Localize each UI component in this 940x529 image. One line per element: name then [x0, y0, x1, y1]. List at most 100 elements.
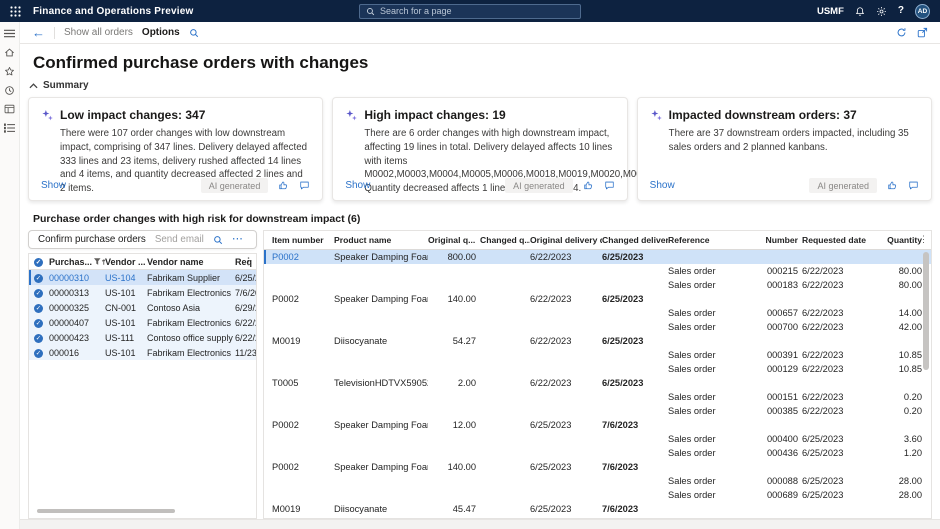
item-number[interactable]: P0002 [264, 420, 334, 430]
thumbs-up-icon[interactable] [278, 180, 289, 191]
app-launcher-icon[interactable] [10, 6, 21, 17]
show-all-orders-button[interactable]: Show all orders [64, 27, 133, 38]
po-grid-row[interactable]: ✓00000310US-104Fabrikam Supplier6/25/202… [29, 270, 256, 285]
po-grid-row[interactable]: ✓00000423US-111Contoso office supply6/22… [29, 330, 256, 345]
notifications-bell-icon[interactable] [855, 6, 865, 17]
recent-clock-icon[interactable] [3, 84, 17, 96]
item-number[interactable]: P0002 [264, 252, 334, 262]
show-link[interactable]: Show [41, 180, 66, 191]
column-header[interactable]: Reference [668, 235, 746, 245]
column-header[interactable]: Requested date [802, 235, 876, 245]
workspaces-icon[interactable] [3, 103, 17, 115]
column-header-vendor-name[interactable]: Vendor name [147, 257, 235, 267]
item-row[interactable]: M0019Diisocyanate54.276/22/20236/25/2023 [264, 334, 931, 348]
column-header-vendor-account[interactable]: Vendor ... [105, 257, 147, 267]
item-number[interactable]: P0002 [264, 462, 334, 472]
item-row[interactable]: P0002Speaker Damping Foam12.006/25/20237… [264, 418, 931, 432]
reference-row[interactable]: Sales order0001296/22/202310.85 [264, 362, 931, 376]
options-menu[interactable]: Options [142, 27, 180, 38]
po-number[interactable]: 00000325 [49, 303, 105, 313]
reference-row[interactable]: Sales order0003856/22/20230.20 [264, 404, 931, 418]
po-number[interactable]: 000016 [49, 348, 105, 358]
po-number[interactable]: 00000310 [49, 273, 105, 283]
user-avatar[interactable]: AD [915, 4, 930, 19]
item-number[interactable]: P0002 [264, 294, 334, 304]
thumbs-up-icon[interactable] [583, 180, 594, 191]
item-number[interactable]: M0019 [264, 336, 334, 346]
feedback-icon[interactable] [604, 180, 615, 191]
requested-date: 6/25/2023 [235, 273, 256, 283]
checked-icon[interactable]: ✓ [34, 319, 43, 328]
actionbar-search-icon[interactable] [189, 28, 199, 38]
select-all-checkbox[interactable]: ✓ [34, 258, 43, 267]
po-number[interactable]: 00000313 [49, 288, 105, 298]
checked-icon[interactable]: ✓ [34, 304, 43, 313]
lines-grid-kebab-icon[interactable]: ⋮ [919, 234, 928, 245]
checked-icon[interactable]: ✓ [34, 349, 43, 358]
more-commands-icon[interactable]: ⋯ [232, 234, 243, 245]
checked-icon[interactable]: ✓ [34, 334, 43, 343]
po-grid-row[interactable]: ✓00000325CN-001Contoso Asia6/29/2023 [29, 300, 256, 315]
send-email-button[interactable]: Send email [155, 234, 204, 245]
hamburger-menu-icon[interactable] [3, 27, 17, 39]
thumbs-up-icon[interactable] [887, 180, 898, 191]
toolbar-search-icon[interactable] [213, 235, 223, 245]
feedback-icon[interactable] [908, 180, 919, 191]
home-icon[interactable] [3, 46, 17, 58]
column-header[interactable]: Original q... [428, 235, 480, 245]
item-row[interactable]: T0005TelevisionHDTVX590522.006/22/20236/… [264, 376, 931, 390]
item-row[interactable]: M0019Diisocyanate45.476/25/20237/6/2023 [264, 502, 931, 516]
reference-row[interactable]: Sales order0001516/22/20230.20 [264, 390, 931, 404]
back-arrow-icon[interactable]: ← [32, 26, 45, 39]
reference-row[interactable]: Sales order0000886/25/202328.00 [264, 474, 931, 488]
item-row[interactable]: P0002Speaker Damping Foam140.006/22/2023… [264, 292, 931, 306]
reference-requested-date: 6/22/2023 [802, 364, 876, 374]
column-header[interactable]: Item number [264, 235, 334, 245]
reference-row[interactable]: Sales order0001836/22/202380.00 [264, 278, 931, 292]
vertical-scrollbar[interactable] [923, 252, 929, 370]
changed-delivery-date: 6/25/2023 [602, 294, 668, 304]
page-title: Confirmed purchase orders with changes [33, 53, 932, 73]
po-grid-row[interactable]: ✓000016US-101Fabrikam Electronics11/23/2… [29, 345, 256, 360]
item-number[interactable]: M0019 [264, 504, 334, 514]
grid-options-kebab-icon[interactable]: ⋮ [244, 256, 253, 267]
refresh-icon[interactable] [896, 27, 907, 38]
item-row[interactable]: P0002Speaker Damping Foam140.006/25/2023… [264, 460, 931, 474]
checked-icon[interactable]: ✓ [34, 274, 43, 283]
help-icon[interactable]: ? [898, 6, 904, 16]
po-number[interactable]: 00000423 [49, 333, 105, 343]
reference-row[interactable]: Sales order0004366/25/20231.20 [264, 446, 931, 460]
show-link[interactable]: Show [650, 180, 675, 191]
po-grid-row[interactable]: ✓00000407US-101Fabrikam Electronics6/22/… [29, 315, 256, 330]
column-header[interactable]: Changed q... [480, 235, 530, 245]
reference-row[interactable]: Sales order0006896/25/202328.00 [264, 488, 931, 502]
confirm-purchase-orders-button[interactable]: Confirm purchase orders [38, 234, 146, 245]
item-number[interactable]: T0005 [264, 378, 334, 388]
open-in-new-window-icon[interactable] [917, 27, 928, 38]
favorites-star-icon[interactable] [3, 65, 17, 77]
reference-row[interactable]: Sales order0006576/22/202314.00 [264, 306, 931, 320]
page-search-input[interactable] [380, 6, 574, 16]
column-header[interactable]: Original delivery d... [530, 235, 602, 245]
column-header[interactable]: Number [746, 235, 802, 245]
feedback-icon[interactable] [299, 180, 310, 191]
column-header[interactable]: Changed delivery d... [602, 235, 668, 245]
reference-row[interactable]: Sales order0002156/22/202380.00 [264, 264, 931, 278]
po-grid-row[interactable]: ✓00000313US-101Fabrikam Electronics7/6/2… [29, 285, 256, 300]
reference-requested-date: 6/25/2023 [802, 490, 876, 500]
po-number[interactable]: 00000407 [49, 318, 105, 328]
horizontal-scrollbar[interactable] [37, 509, 175, 513]
page-search-box[interactable] [359, 4, 581, 19]
column-header[interactable]: Product name [334, 235, 428, 245]
modules-list-icon[interactable] [3, 122, 17, 134]
summary-section-toggle[interactable]: Summary [29, 80, 932, 91]
show-link[interactable]: Show [345, 180, 370, 191]
reference-row[interactable]: Sales order0004006/25/20233.60 [264, 432, 931, 446]
item-row[interactable]: P0002Speaker Damping Foam800.006/22/2023… [264, 250, 931, 264]
column-header-purchase-order[interactable]: Purchas... [49, 257, 105, 267]
reference-row[interactable]: Sales order0007006/22/202342.00 [264, 320, 931, 334]
company-picker[interactable]: USMF [817, 6, 844, 17]
checked-icon[interactable]: ✓ [34, 289, 43, 298]
reference-row[interactable]: Sales order0003916/22/202310.85 [264, 348, 931, 362]
settings-gear-icon[interactable] [876, 6, 887, 17]
